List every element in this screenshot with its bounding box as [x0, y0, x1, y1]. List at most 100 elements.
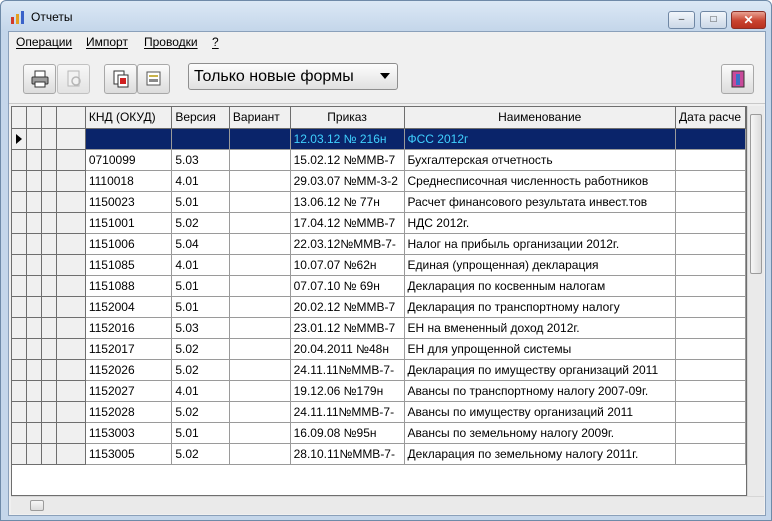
cell-knd[interactable] — [85, 128, 173, 150]
cell-name[interactable]: Среднесписочная численность работников — [404, 170, 676, 192]
row-flag-cell[interactable] — [26, 443, 43, 465]
cell-knd[interactable]: 1152016 — [85, 317, 173, 339]
cell-order[interactable]: 07.07.10 № 69н — [290, 275, 405, 297]
row-flag-cell[interactable] — [26, 422, 43, 444]
row-indicator[interactable] — [12, 212, 28, 234]
row-indicator[interactable] — [12, 233, 28, 255]
cell-knd[interactable]: 1153003 — [85, 422, 173, 444]
cell-order[interactable]: 22.03.12№ММВ-7- — [290, 233, 405, 255]
cell-name[interactable]: Бухгалтерская отчетность — [404, 149, 676, 171]
cell-version[interactable]: 5.01 — [171, 275, 230, 297]
cell-knd[interactable]: 1150023 — [85, 191, 173, 213]
menu-postings[interactable]: Проводки — [144, 35, 198, 49]
row-flag-cell[interactable] — [41, 401, 57, 423]
row-flag-cell[interactable] — [56, 380, 86, 402]
cell-order[interactable]: 29.03.07 №ММ-3-2 — [290, 170, 405, 192]
close-button[interactable]: ✕ — [731, 11, 766, 29]
cell-variant[interactable] — [229, 359, 291, 381]
row-flag-cell[interactable] — [41, 296, 57, 318]
cell-date[interactable] — [675, 422, 746, 444]
cell-name[interactable]: Расчет финансового результата инвест.тов — [404, 191, 676, 213]
row-flag-cell[interactable] — [56, 191, 86, 213]
cell-knd[interactable]: 1152026 — [85, 359, 173, 381]
row-flag-cell[interactable] — [56, 149, 86, 171]
cell-version[interactable]: 4.01 — [171, 170, 230, 192]
cell-date[interactable] — [675, 359, 746, 381]
cell-name[interactable]: Декларация по земельному налогу 2011г. — [404, 443, 676, 465]
cell-order[interactable]: 19.12.06 №179н — [290, 380, 405, 402]
horizontal-scrollbar[interactable] — [11, 496, 764, 514]
column-header-name[interactable]: Наименование — [404, 107, 676, 129]
stamp-button[interactable] — [137, 64, 170, 94]
cell-variant[interactable] — [229, 149, 291, 171]
row-flag-cell[interactable] — [41, 422, 57, 444]
cell-version[interactable]: 5.02 — [171, 359, 230, 381]
cell-variant[interactable] — [229, 212, 291, 234]
cell-date[interactable] — [675, 401, 746, 423]
table-row[interactable]: 1153005 5.02 28.10.11№ММВ-7- Декларация по … — [12, 443, 746, 465]
column-header-variant[interactable]: Вариант — [229, 107, 291, 129]
row-flag-cell[interactable] — [41, 233, 57, 255]
table-row[interactable]: 1152016 5.03 23.01.12 №ММВ-7 ЕН на вмененны… — [12, 317, 746, 339]
row-flag-cell[interactable] — [56, 401, 86, 423]
cell-version[interactable] — [171, 128, 230, 150]
row-indicator[interactable] — [12, 128, 28, 150]
vertical-scroll-thumb[interactable] — [750, 114, 762, 274]
row-flag-cell[interactable] — [26, 233, 43, 255]
exit-button[interactable] — [721, 64, 754, 94]
table-row[interactable]: 1152027 4.01 19.12.06 №179н Авансы по транс… — [12, 380, 746, 402]
horizontal-scroll-thumb[interactable] — [30, 500, 44, 511]
row-indicator[interactable] — [12, 443, 28, 465]
cell-version[interactable]: 5.01 — [171, 422, 230, 444]
cell-version[interactable]: 5.01 — [171, 191, 230, 213]
row-flag-cell[interactable] — [41, 254, 57, 276]
cell-order[interactable]: 24.11.11№ММВ-7- — [290, 401, 405, 423]
cell-version[interactable]: 4.01 — [171, 254, 230, 276]
row-flag-cell[interactable] — [41, 317, 57, 339]
cell-version[interactable]: 4.01 — [171, 380, 230, 402]
row-flag-cell[interactable] — [26, 317, 43, 339]
column-header-version[interactable]: Версия — [171, 107, 230, 129]
cell-date[interactable] — [675, 191, 746, 213]
cell-version[interactable]: 5.04 — [171, 233, 230, 255]
cell-version[interactable]: 5.02 — [171, 401, 230, 423]
menu-operations[interactable]: Операции — [16, 35, 72, 49]
red-document-button[interactable] — [104, 64, 137, 94]
row-flag-cell[interactable] — [41, 359, 57, 381]
row-flag-cell[interactable] — [56, 359, 86, 381]
row-flag-cell[interactable] — [26, 380, 43, 402]
column-header-order[interactable]: Приказ — [290, 107, 405, 129]
cell-knd[interactable]: 1152027 — [85, 380, 173, 402]
row-flag-cell[interactable] — [41, 338, 57, 360]
row-flag-cell[interactable] — [26, 191, 43, 213]
cell-date[interactable] — [675, 317, 746, 339]
row-flag-cell[interactable] — [26, 275, 43, 297]
table-row[interactable]: 1152026 5.02 24.11.11№ММВ-7- Декларация по … — [12, 359, 746, 381]
cell-version[interactable]: 5.01 — [171, 296, 230, 318]
cell-knd[interactable]: 1153005 — [85, 443, 173, 465]
table-row[interactable]: 1151088 5.01 07.07.10 № 69н Декларация по к… — [12, 275, 746, 297]
cell-date[interactable] — [675, 233, 746, 255]
table-row[interactable]: 1151085 4.01 10.07.07 №62н Единая (упрощенн… — [12, 254, 746, 276]
row-indicator[interactable] — [12, 191, 28, 213]
column-header-knd[interactable]: КНД (ОКУД) — [85, 107, 173, 129]
row-flag-cell[interactable] — [56, 128, 86, 150]
cell-date[interactable] — [675, 170, 746, 192]
cell-order[interactable]: 15.02.12 №ММВ-7 — [290, 149, 405, 171]
cell-knd[interactable]: 1152017 — [85, 338, 173, 360]
forms-table[interactable]: КНД (ОКУД) Версия Вариант Приказ Наимено… — [11, 106, 747, 496]
cell-variant[interactable] — [229, 317, 291, 339]
cell-name[interactable]: Декларация по транспортному налогу — [404, 296, 676, 318]
cell-order[interactable]: 12.03.12 № 216н — [290, 128, 405, 150]
cell-name[interactable]: ЕН для упрощенной системы — [404, 338, 676, 360]
row-indicator[interactable] — [12, 338, 28, 360]
title-bar[interactable]: Отчеты – □ ✕ — [1, 1, 771, 31]
row-flag-cell[interactable] — [26, 359, 43, 381]
cell-name[interactable]: Авансы по транспортному налогу 2007-09г. — [404, 380, 676, 402]
cell-name[interactable]: Авансы по имуществу организаций 2011 — [404, 401, 676, 423]
cell-variant[interactable] — [229, 443, 291, 465]
cell-version[interactable]: 5.02 — [171, 212, 230, 234]
row-flag-cell[interactable] — [56, 317, 86, 339]
row-flag-cell[interactable] — [56, 443, 86, 465]
row-indicator[interactable] — [12, 275, 28, 297]
